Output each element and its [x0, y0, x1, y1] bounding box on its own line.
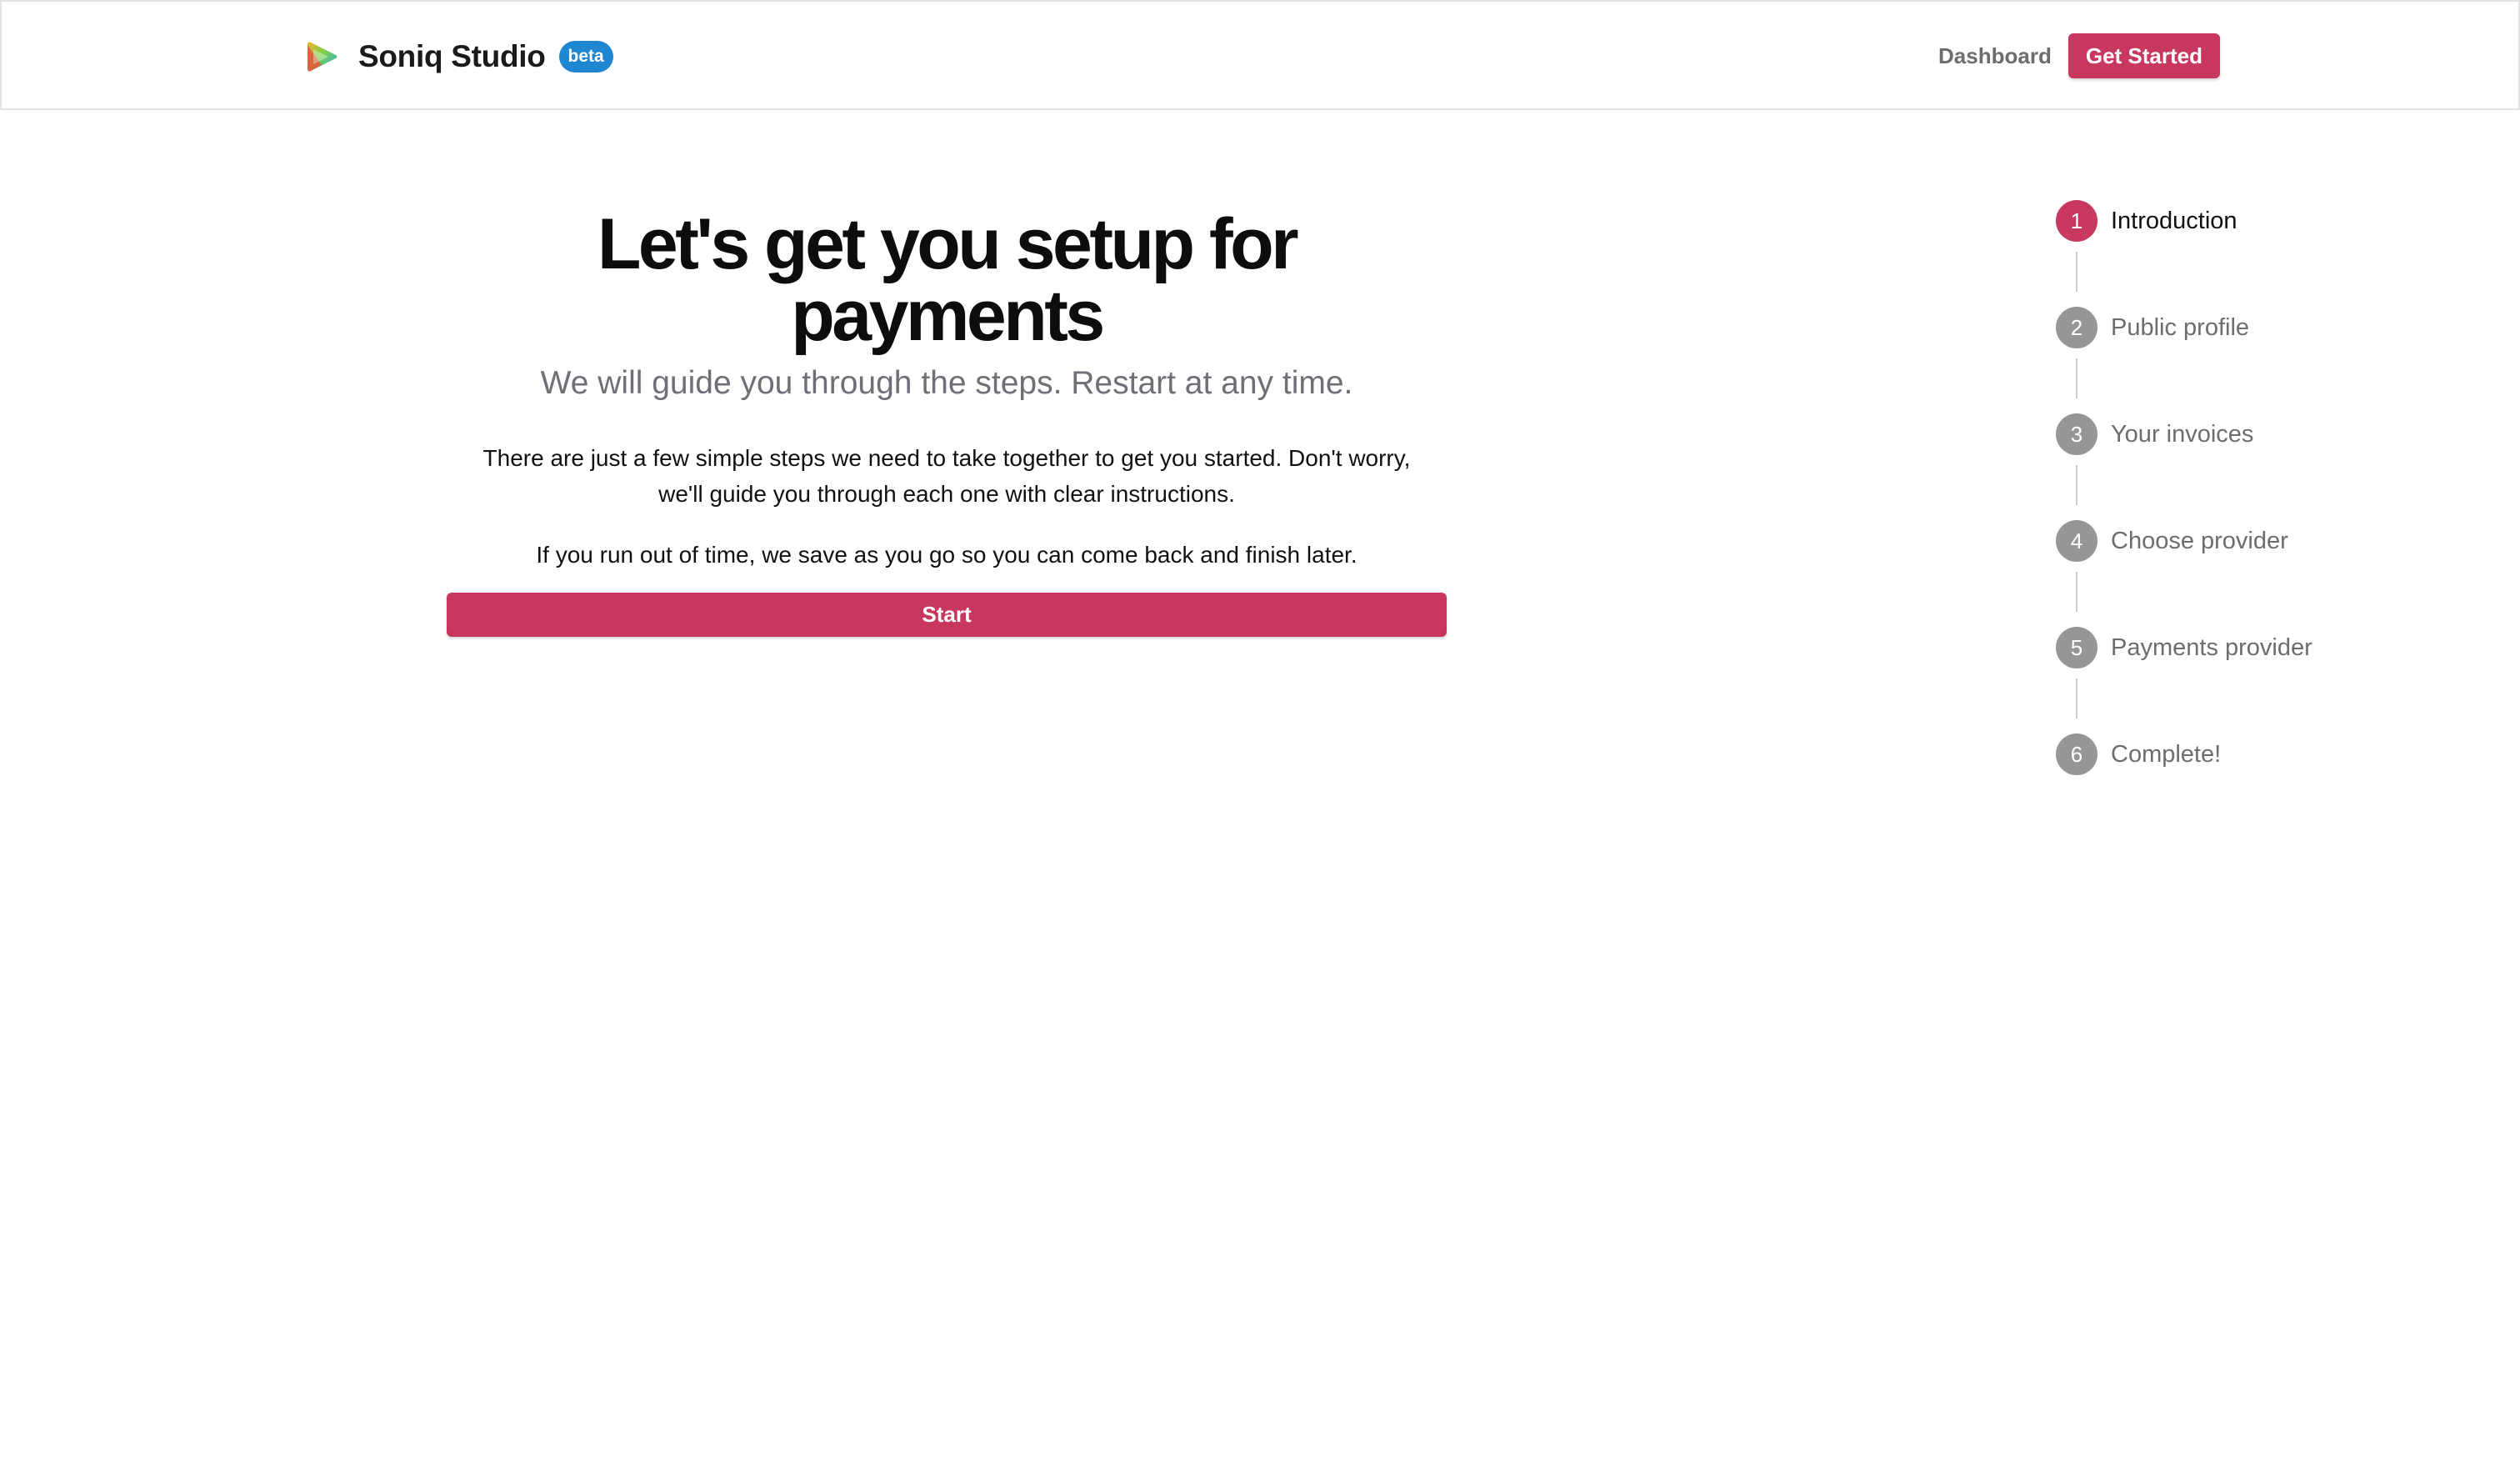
page-subtitle: We will guide you through the steps. Res… [540, 365, 1353, 401]
page-title: Let's get you setup for payments [597, 204, 1299, 356]
setup-intro: Let's get you setup for payments We will… [447, 208, 1447, 637]
step-label: Public profile [2111, 313, 2250, 341]
step-number: 6 [2056, 734, 2098, 775]
play-logo-icon [308, 42, 338, 72]
save-progress-paragraph: If you run out of time, we save as you g… [536, 542, 1358, 568]
start-button[interactable]: Start [447, 593, 1447, 637]
step-choose-provider[interactable]: 4 Choose provider [2056, 520, 2406, 627]
brand-name: Soniq Studio [358, 39, 546, 73]
step-label: Your invoices [2111, 420, 2254, 448]
step-your-invoices[interactable]: 3 Your invoices [2056, 413, 2406, 520]
step-label: Complete! [2111, 740, 2222, 768]
step-number: 4 [2056, 520, 2098, 562]
step-introduction[interactable]: 1 Introduction [2056, 200, 2406, 307]
dashboard-link[interactable]: Dashboard [1938, 43, 2052, 69]
step-public-profile[interactable]: 2 Public profile [2056, 307, 2406, 413]
header-nav: Dashboard Get Started [1938, 33, 2220, 78]
brand[interactable]: Soniq Studio beta [303, 35, 613, 78]
step-number: 5 [2056, 627, 2098, 668]
step-number: 2 [2056, 307, 2098, 348]
step-connector [2076, 252, 2078, 292]
step-connector [2076, 465, 2078, 505]
step-complete[interactable]: 6 Complete! [2056, 734, 2406, 775]
get-started-button[interactable]: Get Started [2068, 33, 2220, 78]
step-label: Payments provider [2111, 633, 2312, 661]
step-number: 3 [2056, 413, 2098, 455]
step-label: Choose provider [2111, 527, 2288, 554]
step-number: 1 [2056, 200, 2098, 242]
step-payments-provider[interactable]: 5 Payments provider [2056, 627, 2406, 734]
step-connector [2076, 358, 2078, 398]
step-connector [2076, 678, 2078, 718]
beta-badge: beta [558, 41, 613, 73]
setup-stepper: 1 Introduction 2 Public profile 3 Your i… [2056, 200, 2406, 775]
top-navigation-bar: Soniq Studio beta Dashboard Get Started [0, 0, 2520, 110]
step-label: Introduction [2111, 207, 2238, 234]
intro-paragraph: There are just a few simple steps we nee… [482, 445, 1411, 507]
step-connector [2076, 572, 2078, 612]
